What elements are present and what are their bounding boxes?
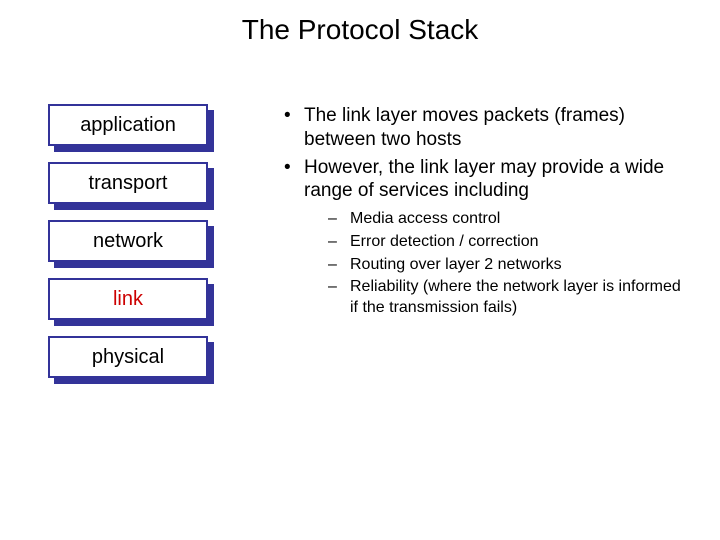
layer-link: link xyxy=(48,278,220,324)
slide-title: The Protocol Stack xyxy=(0,0,720,54)
layer-box: transport xyxy=(48,162,208,204)
slide-content: application transport network link physi… xyxy=(0,54,720,394)
bullet-item: The link layer moves packets (frames) be… xyxy=(280,104,690,152)
layer-network: network xyxy=(48,220,220,266)
text-column: The link layer moves packets (frames) be… xyxy=(220,104,690,394)
layer-transport: transport xyxy=(48,162,220,208)
sub-bullet-item: Media access control xyxy=(304,209,690,230)
bullet-list: The link layer moves packets (frames) be… xyxy=(280,104,690,319)
sub-bullet-list: Media access control Error detection / c… xyxy=(304,209,690,319)
layer-box: network xyxy=(48,220,208,262)
sub-bullet-item: Reliability (where the network layer is … xyxy=(304,277,690,319)
layer-box: application xyxy=(48,104,208,146)
bullet-item: However, the link layer may provide a wi… xyxy=(280,156,690,319)
layer-physical: physical xyxy=(48,336,220,382)
layer-box-highlight: link xyxy=(48,278,208,320)
protocol-stack: application transport network link physi… xyxy=(48,104,220,394)
layer-box: physical xyxy=(48,336,208,378)
layer-application: application xyxy=(48,104,220,150)
sub-bullet-item: Routing over layer 2 networks xyxy=(304,255,690,276)
bullet-text: However, the link layer may provide a wi… xyxy=(304,157,664,202)
sub-bullet-item: Error detection / correction xyxy=(304,232,690,253)
